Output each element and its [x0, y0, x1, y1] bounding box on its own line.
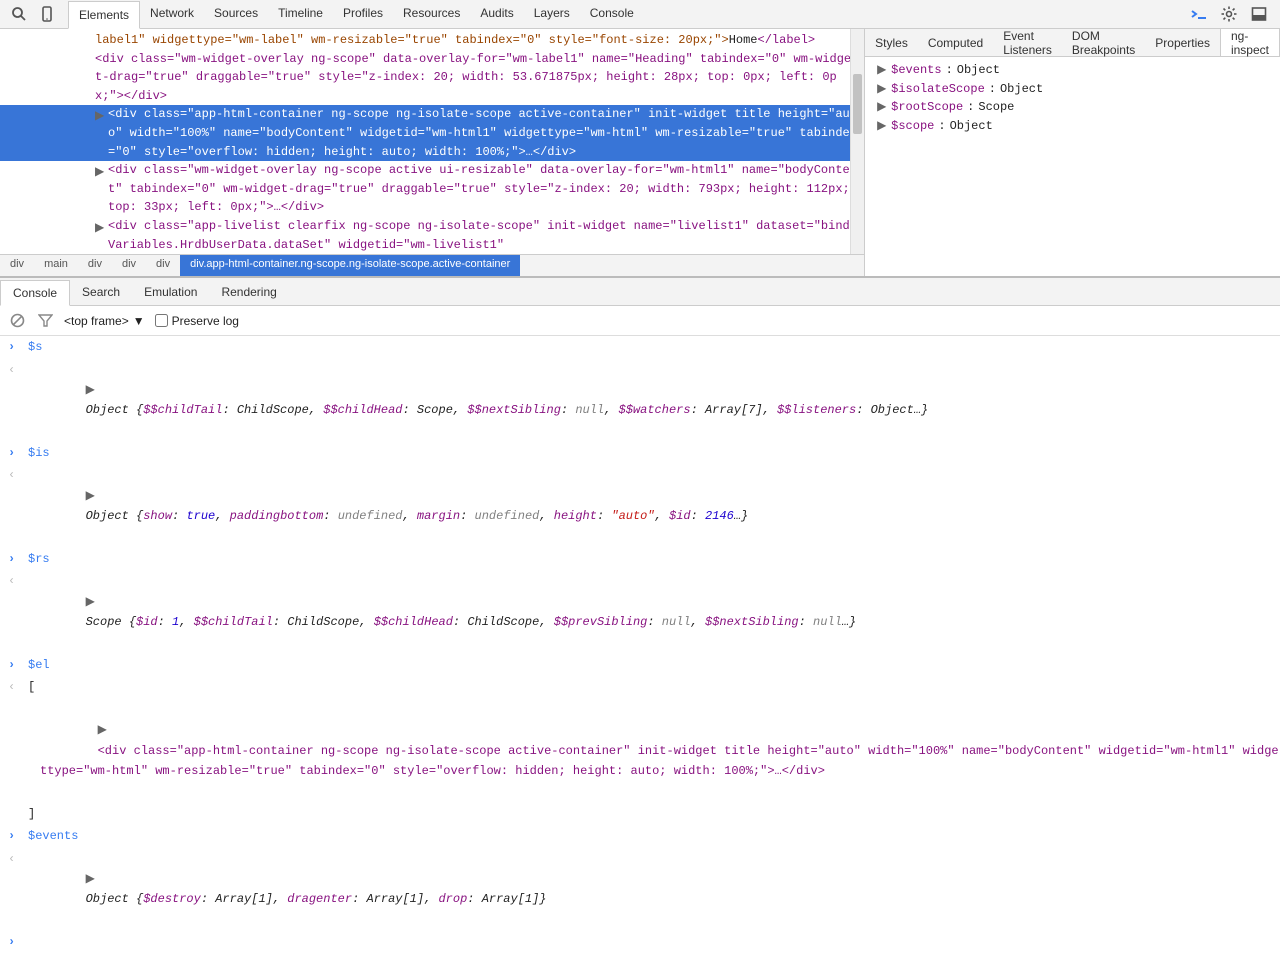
prop-row[interactable]: ▶$events: Object: [869, 61, 1276, 80]
tab-timeline[interactable]: Timeline: [268, 0, 333, 28]
expand-icon[interactable]: ▶: [877, 98, 887, 117]
settings-icon[interactable]: [1220, 5, 1238, 23]
expand-icon[interactable]: ▶: [86, 383, 95, 397]
frame-selector[interactable]: <top frame> ▼: [64, 314, 145, 328]
expand-icon[interactable]: ▶: [95, 107, 104, 126]
sidebar-tab-dom-breakpoints[interactable]: DOM Breakpoints: [1062, 29, 1145, 56]
dom-line[interactable]: ▶ <div class="wm-widget-overlay ng-scope…: [0, 161, 864, 217]
console-output-line[interactable]: ▶ Object {show: true, paddingbottom: und…: [0, 464, 1280, 548]
console-input-line[interactable]: $events: [0, 825, 1280, 847]
main-tabs: Elements Network Sources Timeline Profil…: [68, 0, 644, 28]
clear-console-icon[interactable]: [8, 312, 26, 330]
toggle-drawer-icon[interactable]: [1190, 5, 1208, 23]
filter-icon[interactable]: [36, 312, 54, 330]
console-toolbar: <top frame> ▼ Preserve log: [0, 306, 1280, 336]
breadcrumb-item[interactable]: main: [34, 255, 78, 276]
preserve-log-toggle[interactable]: Preserve log: [155, 314, 239, 328]
tab-console[interactable]: Console: [580, 0, 644, 28]
tab-elements[interactable]: Elements: [68, 1, 140, 29]
expand-icon[interactable]: ▶: [86, 872, 95, 886]
expand-icon[interactable]: ▶: [877, 61, 887, 80]
console-input-line[interactable]: $is: [0, 442, 1280, 464]
sidebar-tab-styles[interactable]: Styles: [865, 29, 918, 56]
ng-inspect-panel: ▶$events: Object ▶$isolateScope: Object …: [865, 57, 1280, 139]
console-input-line[interactable]: $el: [0, 654, 1280, 676]
dropdown-icon: ▼: [133, 314, 145, 328]
drawer-tab-emulation[interactable]: Emulation: [132, 280, 209, 304]
expand-icon[interactable]: ▶: [86, 595, 95, 609]
breadcrumb-item-active[interactable]: div.app-html-container.ng-scope.ng-isola…: [180, 255, 520, 276]
console-output-line[interactable]: ▶ Object {$destroy: Array[1], dragenter:…: [0, 848, 1280, 932]
console-output-line[interactable]: ▶ <div class="app-html-container ng-scop…: [0, 699, 1280, 803]
tab-resources[interactable]: Resources: [393, 0, 470, 28]
console-output[interactable]: $s ▶ Object {$$childTail: ChildScope, $$…: [0, 336, 1280, 953]
sidebar-tab-properties[interactable]: Properties: [1145, 29, 1220, 56]
preserve-log-checkbox[interactable]: [155, 314, 168, 327]
breadcrumb-item[interactable]: div: [112, 255, 146, 276]
sidebar-tab-event-listeners[interactable]: Event Listeners: [993, 29, 1062, 56]
drawer-tab-rendering[interactable]: Rendering: [209, 280, 288, 304]
drawer-tab-search[interactable]: Search: [70, 280, 132, 304]
breadcrumb-item[interactable]: div: [146, 255, 180, 276]
dom-tree[interactable]: label1" widgettype="wm-label" wm-resizab…: [0, 29, 864, 254]
prop-row[interactable]: ▶$scope: Object: [869, 117, 1276, 136]
drawer-tab-console[interactable]: Console: [0, 280, 70, 306]
prop-row[interactable]: ▶$rootScope: Scope: [869, 98, 1276, 117]
drawer-tabs: Console Search Emulation Rendering: [0, 278, 1280, 306]
dom-line[interactable]: label1" widgettype="wm-label" wm-resizab…: [0, 31, 864, 50]
tab-profiles[interactable]: Profiles: [333, 0, 393, 28]
device-mode-icon[interactable]: [38, 5, 56, 23]
sidebar-tab-ng-inspect[interactable]: ng-inspect: [1220, 29, 1280, 56]
sidebar-tab-computed[interactable]: Computed: [918, 29, 993, 56]
dom-line[interactable]: <div class="wm-widget-overlay ng-scope" …: [0, 50, 864, 106]
dom-line[interactable]: ▶ <div class="app-livelist clearfix ng-s…: [0, 217, 864, 254]
breadcrumbs: div main div div div div.app-html-contai…: [0, 254, 864, 276]
console-input-line[interactable]: $rs: [0, 548, 1280, 570]
top-toolbar: Elements Network Sources Timeline Profil…: [0, 0, 1280, 29]
console-output-line[interactable]: ]: [0, 803, 1280, 825]
expand-icon[interactable]: ▶: [98, 723, 107, 737]
console-input-line[interactable]: $s: [0, 336, 1280, 358]
breadcrumb-item[interactable]: div: [0, 255, 34, 276]
console-output-line[interactable]: [: [0, 676, 1280, 698]
tab-layers[interactable]: Layers: [524, 0, 580, 28]
scrollbar[interactable]: [850, 29, 864, 254]
dock-icon[interactable]: [1250, 5, 1268, 23]
console-output-line[interactable]: ▶ Object {$$childTail: ChildScope, $$chi…: [0, 359, 1280, 443]
breadcrumb-item[interactable]: div: [78, 255, 112, 276]
tab-network[interactable]: Network: [140, 0, 204, 28]
sidebar-tabs: Styles Computed Event Listeners DOM Brea…: [865, 29, 1280, 57]
tab-sources[interactable]: Sources: [204, 0, 268, 28]
expand-icon[interactable]: ▶: [86, 489, 95, 503]
search-icon[interactable]: [10, 5, 28, 23]
dom-line-selected[interactable]: ▶ <div class="app-html-container ng-scop…: [0, 105, 864, 161]
console-output-line[interactable]: ▶ Scope {$id: 1, $$childTail: ChildScope…: [0, 570, 1280, 654]
expand-icon[interactable]: ▶: [95, 219, 104, 238]
expand-icon[interactable]: ▶: [877, 80, 887, 99]
prop-row[interactable]: ▶$isolateScope: Object: [869, 80, 1276, 99]
expand-icon[interactable]: ▶: [877, 117, 887, 136]
console-prompt[interactable]: [0, 931, 1280, 953]
expand-icon[interactable]: ▶: [95, 163, 104, 182]
tab-audits[interactable]: Audits: [470, 0, 523, 28]
